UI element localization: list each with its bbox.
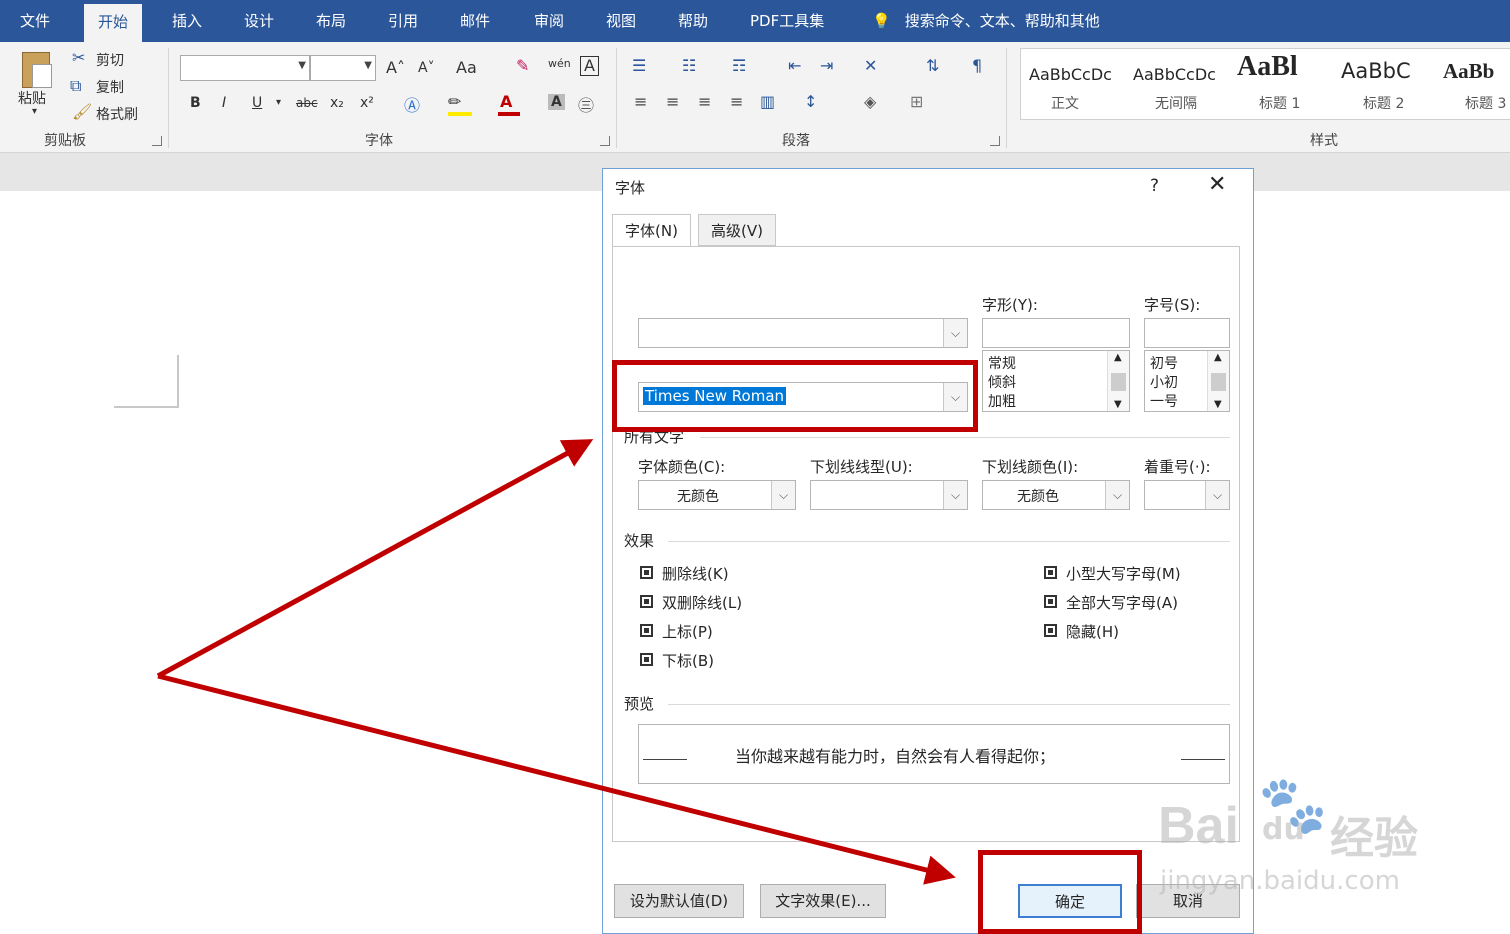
- arrow-to-font-box: [156, 439, 594, 679]
- watermark-brand-jingyan: 经验: [1330, 813, 1418, 864]
- baidu-watermark: Bai 🐾 du 经验 jingyan.baidu.com: [1150, 770, 1450, 900]
- watermark-url: jingyan.baidu.com: [1160, 866, 1400, 896]
- watermark-brand: Bai: [1158, 797, 1239, 855]
- watermark-brand-du: du: [1262, 812, 1305, 847]
- arrow-to-ok-button: [157, 673, 956, 885]
